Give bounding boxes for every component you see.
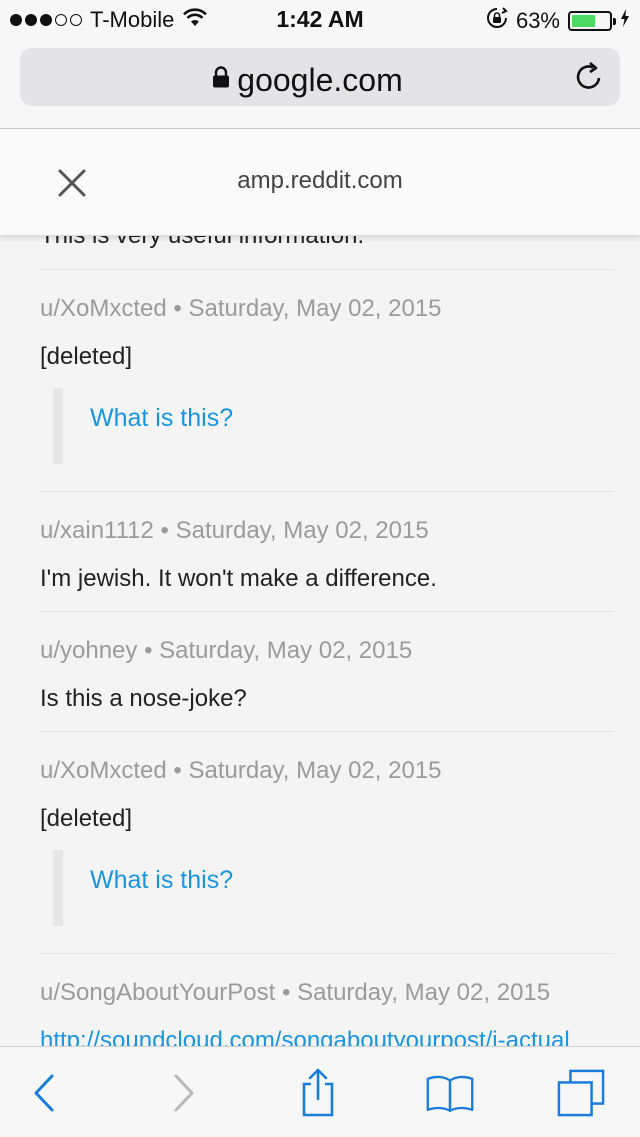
- comment-meta: u/xain1112 • Saturday, May 02, 2015: [40, 517, 614, 545]
- address-text: google.com: [237, 62, 403, 98]
- comment-author[interactable]: u/XoMxcted: [40, 757, 167, 784]
- amp-source-domain: amp.reddit.com: [237, 167, 403, 194]
- comment-meta: u/SongAboutYourPost • Saturday, May 02, …: [40, 979, 614, 1007]
- comment-divider: [40, 611, 614, 612]
- browser-toolbar: [0, 1046, 640, 1137]
- quote-bar: [53, 850, 63, 926]
- share-icon[interactable]: [294, 1068, 342, 1117]
- comment-date: Saturday, May 02, 2015: [188, 295, 442, 322]
- address-bar[interactable]: google.com: [20, 48, 620, 106]
- chevron-right-icon[interactable]: [160, 1069, 208, 1117]
- comment-author[interactable]: u/yohney: [40, 637, 137, 664]
- comment: u/yohney • Saturday, May 02, 2015 Is thi…: [40, 637, 614, 713]
- comment-date: Saturday, May 02, 2015: [188, 757, 442, 784]
- quote-bar: [53, 388, 63, 464]
- comment-divider: [40, 491, 614, 492]
- status-bar: T-Mobile 1:42 AM 63%: [0, 0, 640, 40]
- battery-icon: [568, 10, 616, 31]
- comment-date: Saturday, May 02, 2015: [297, 979, 551, 1006]
- comment-divider: [40, 953, 614, 954]
- comment-date: Saturday, May 02, 2015: [175, 517, 429, 544]
- amp-viewer-header: amp.reddit.com: [0, 129, 640, 236]
- comment-date: Saturday, May 02, 2015: [159, 637, 413, 664]
- comment: u/xain1112 • Saturday, May 02, 2015 I'm …: [40, 517, 614, 593]
- meta-separator: •: [144, 637, 153, 664]
- what-is-this-link[interactable]: What is this?: [90, 404, 233, 433]
- status-right: 63%: [486, 7, 630, 34]
- comment-body: [deleted]: [40, 805, 133, 832]
- meta-separator: •: [160, 517, 169, 544]
- comment-body: Is this a nose-joke?: [40, 685, 247, 712]
- comment-body: [deleted]: [40, 343, 133, 370]
- comment: u/SongAboutYourPost • Saturday, May 02, …: [40, 979, 614, 1046]
- battery-percent: 63%: [515, 7, 560, 33]
- comment-author[interactable]: u/XoMxcted: [40, 295, 167, 322]
- meta-separator: •: [173, 757, 182, 784]
- book-icon[interactable]: [426, 1069, 474, 1117]
- comment: u/XoMxcted • Saturday, May 02, 2015 [del…: [40, 295, 614, 371]
- meta-separator: •: [173, 295, 182, 322]
- tabs-icon[interactable]: [557, 1069, 605, 1117]
- charging-icon: [620, 9, 630, 32]
- comment-meta: u/XoMxcted • Saturday, May 02, 2015: [40, 757, 614, 785]
- comment: u/XoMxcted • Saturday, May 02, 2015 [del…: [40, 757, 614, 833]
- comment-author[interactable]: u/SongAboutYourPost: [40, 979, 275, 1006]
- meta-separator: •: [281, 979, 291, 1006]
- comment-meta: u/XoMxcted • Saturday, May 02, 2015: [40, 295, 614, 323]
- comment-meta: u/yohney • Saturday, May 02, 2015: [40, 637, 614, 665]
- comment-list[interactable]: This is very useful information. u/XoMxc…: [0, 200, 640, 1046]
- rotation-lock-icon: [486, 7, 508, 34]
- comment-divider: [40, 269, 614, 270]
- comment-body: I'm jewish. It won't make a difference.: [40, 565, 437, 592]
- browser-address-area: google.com: [0, 40, 640, 129]
- what-is-this-link[interactable]: What is this?: [90, 866, 233, 895]
- comment-divider: [40, 731, 614, 732]
- comment-author[interactable]: u/xain1112: [40, 517, 154, 544]
- reload-icon[interactable]: [574, 60, 604, 97]
- comment-link[interactable]: http://soundcloud.com/songaboutyourpost/…: [40, 1027, 614, 1046]
- chevron-left-icon[interactable]: [20, 1069, 68, 1117]
